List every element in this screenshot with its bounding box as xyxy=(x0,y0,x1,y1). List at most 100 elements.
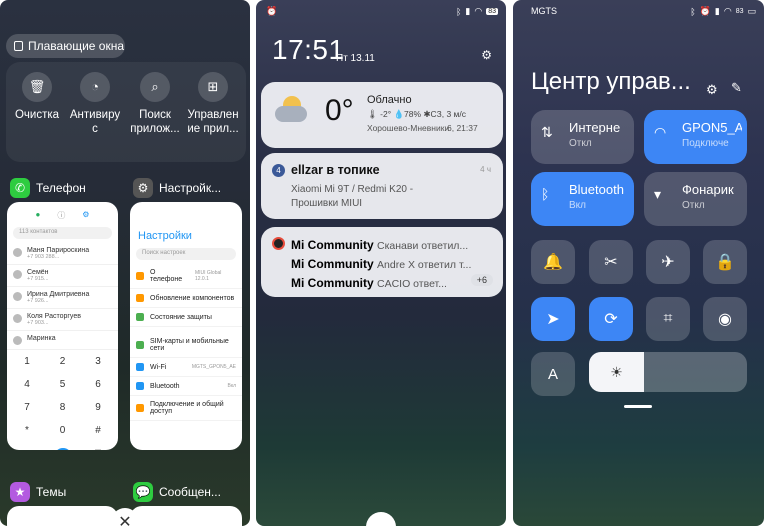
app-header-themes[interactable]: ★ Темы xyxy=(10,482,66,502)
dial-key[interactable]: * xyxy=(17,425,37,443)
settings-row[interactable]: Подключение и общий доступ xyxy=(130,396,242,421)
dial-key[interactable]: 9 xyxy=(88,402,108,420)
settings-row[interactable]: Состояние защиты xyxy=(130,308,242,327)
messages-app-card[interactable] xyxy=(130,506,242,526)
bluetooth-icon: ᛒ xyxy=(541,186,550,202)
themes-app-card[interactable] xyxy=(7,506,118,526)
sun-icon: ☀ xyxy=(589,352,644,392)
screenshot-icon[interactable]: ✂ xyxy=(589,240,633,284)
dial-key[interactable]: 5 xyxy=(53,379,73,397)
notification-settings-icon[interactable]: ⚙ xyxy=(481,48,492,62)
call-button[interactable]: ✆ xyxy=(53,448,72,450)
settings-tab-icon[interactable]: ⚙ xyxy=(82,210,89,221)
mi-community-icon xyxy=(272,237,285,250)
list-item[interactable]: Маня Парироскина +7 903 288... xyxy=(7,243,118,265)
settings-gear-icon[interactable]: ⚙ xyxy=(706,82,718,98)
scan-icon[interactable]: ⌗ xyxy=(646,297,690,341)
tool-antivirus[interactable]: ◔ Антивиру с xyxy=(66,72,124,136)
settings-row[interactable]: Bluetooth Вкл xyxy=(130,377,242,396)
settings-title: Настройки xyxy=(138,230,192,242)
settings-search[interactable]: Поиск настроек xyxy=(136,248,236,260)
location-icon[interactable]: ➤ xyxy=(531,297,575,341)
eye-icon[interactable]: ◉ xyxy=(703,297,747,341)
notif-app: Mi Community xyxy=(291,276,374,290)
sim-icon xyxy=(136,341,144,349)
settings-gear-icon: ⚙ xyxy=(133,178,153,198)
close-icon: ✕ xyxy=(118,514,132,526)
signal-icon: ▮ xyxy=(465,6,471,16)
settings-row[interactable]: Wi-Fi MGTS_GPON5_AE xyxy=(130,358,242,377)
list-item[interactable]: Ирина Дмитриевна +7 926... xyxy=(7,287,118,309)
flashlight-tile[interactable]: ▾ Фонарик Откл xyxy=(644,172,747,226)
app-name: Настройк... xyxy=(159,181,222,195)
brightness-slider[interactable]: ☀ xyxy=(589,352,747,392)
tool-label: Антивиру с xyxy=(69,109,121,135)
contacts-search[interactable]: 113 контактов xyxy=(13,227,112,239)
dial-key[interactable]: 6 xyxy=(88,379,108,397)
settings-row[interactable]: О телефоне MIUI Global 12.0.1 xyxy=(130,264,242,289)
tile-sub: Вкл xyxy=(569,200,586,211)
dial-key[interactable]: 3 xyxy=(88,356,108,374)
list-item[interactable]: Маринка xyxy=(7,331,118,350)
avatar xyxy=(13,270,22,279)
bell-icon[interactable]: 🔔 xyxy=(531,240,575,284)
floating-windows-button[interactable]: Плавающие окна xyxy=(6,34,125,58)
battery-level: 83 xyxy=(735,8,744,15)
settings-row[interactable]: SIM-карты и мобильные сети xyxy=(130,333,242,358)
clear-all-button[interactable] xyxy=(366,512,396,526)
mobile-data-tile[interactable]: ⇅ Интерне Откл xyxy=(531,110,634,164)
dial-key[interactable]: 8 xyxy=(53,402,73,420)
app-header-settings[interactable]: ⚙ Настройк... xyxy=(133,178,221,198)
shield-icon xyxy=(136,313,144,321)
more-count-badge[interactable]: +6 xyxy=(470,274,493,286)
apps-grid-icon: ⊞ xyxy=(198,72,228,102)
phone-icon: ✆ xyxy=(10,178,30,198)
share-icon xyxy=(136,404,144,412)
phone-app-card[interactable]: ● ⓘ ⚙ 113 контактов Маня Парироскина +7 9… xyxy=(7,202,118,450)
clock[interactable]: 17:51 xyxy=(272,34,345,66)
auto-brightness-toggle[interactable]: A xyxy=(531,352,575,396)
call-tab-icon[interactable]: ● xyxy=(35,210,40,221)
menu-icon[interactable]: ≡ xyxy=(17,448,37,450)
app-header-phone[interactable]: ✆ Телефон xyxy=(10,178,86,198)
info-tab-icon[interactable]: ⓘ xyxy=(57,210,65,221)
settings-app-card[interactable]: Настройки Поиск настроек О телефоне MIUI … xyxy=(130,202,242,450)
app-header-messages[interactable]: 💬 Сообщен... xyxy=(133,482,221,502)
edit-icon[interactable]: ✎ xyxy=(731,80,742,96)
update-icon xyxy=(136,294,144,302)
dial-key[interactable]: 0 xyxy=(53,425,73,443)
wifi-icon: ◠ xyxy=(723,6,732,16)
avatar xyxy=(13,248,22,257)
notif-text: CACIO ответ... xyxy=(377,278,447,290)
list-item[interactable]: Коля Расторгуев +7 903... xyxy=(7,309,118,331)
tool-cleanup[interactable]: 🗑 Очистка xyxy=(8,72,66,122)
dial-key[interactable]: 2 xyxy=(53,356,73,374)
dial-key[interactable]: # xyxy=(88,425,108,443)
settings-row-label: Состояние защиты xyxy=(150,313,212,321)
tool-app-manager[interactable]: ⊞ Управлен ие прил... xyxy=(184,72,242,136)
alarm-icon: ⏰ xyxy=(266,6,278,16)
date[interactable]: Пт 13.11 xyxy=(336,53,375,64)
avatar xyxy=(13,314,22,323)
list-item[interactable]: Mi Community Сканави ответил... xyxy=(291,236,471,255)
wifi-tile[interactable]: ◠ GPON5_A Подключе xyxy=(644,110,747,164)
contact-list: Маня Парироскина +7 903 288... Семён +7 91… xyxy=(7,243,118,350)
dialpad-icon[interactable]: ⌸ xyxy=(88,448,108,450)
list-item[interactable]: Семён +7 915... xyxy=(7,265,118,287)
dial-key[interactable]: 1 xyxy=(17,356,37,374)
weather-notification[interactable]: 0° Облачно 🌡 -2° 💧78% ✱СЗ, 3 м/с Хорошев… xyxy=(261,82,503,148)
settings-row[interactable]: Обновление компонентов xyxy=(130,289,242,308)
community-notification-group[interactable]: Mi Community Сканави ответил... Mi Commu… xyxy=(261,227,503,297)
tool-app-search[interactable]: ⌕ Поиск прилож... xyxy=(126,72,184,136)
lock-icon[interactable]: 🔒 xyxy=(703,240,747,284)
forum-notification[interactable]: 4 ellzar в топике 4 ч Xiaomi Mi 9T / Red… xyxy=(261,153,503,219)
airplane-icon[interactable]: ✈ xyxy=(646,240,690,284)
bluetooth-tile[interactable]: ᛒ Bluetooth Вкл xyxy=(531,172,634,226)
drag-handle[interactable] xyxy=(624,405,652,408)
list-item[interactable]: Mi Community CACIO ответ... xyxy=(291,274,471,293)
rotation-lock-icon[interactable]: ⟳ xyxy=(589,297,633,341)
list-item[interactable]: Mi Community Andre X ответил т... xyxy=(291,255,471,274)
dial-key[interactable]: 7 xyxy=(17,402,37,420)
dial-key[interactable]: 4 xyxy=(17,379,37,397)
settings-row-label: Подключение и общий доступ xyxy=(150,401,224,415)
